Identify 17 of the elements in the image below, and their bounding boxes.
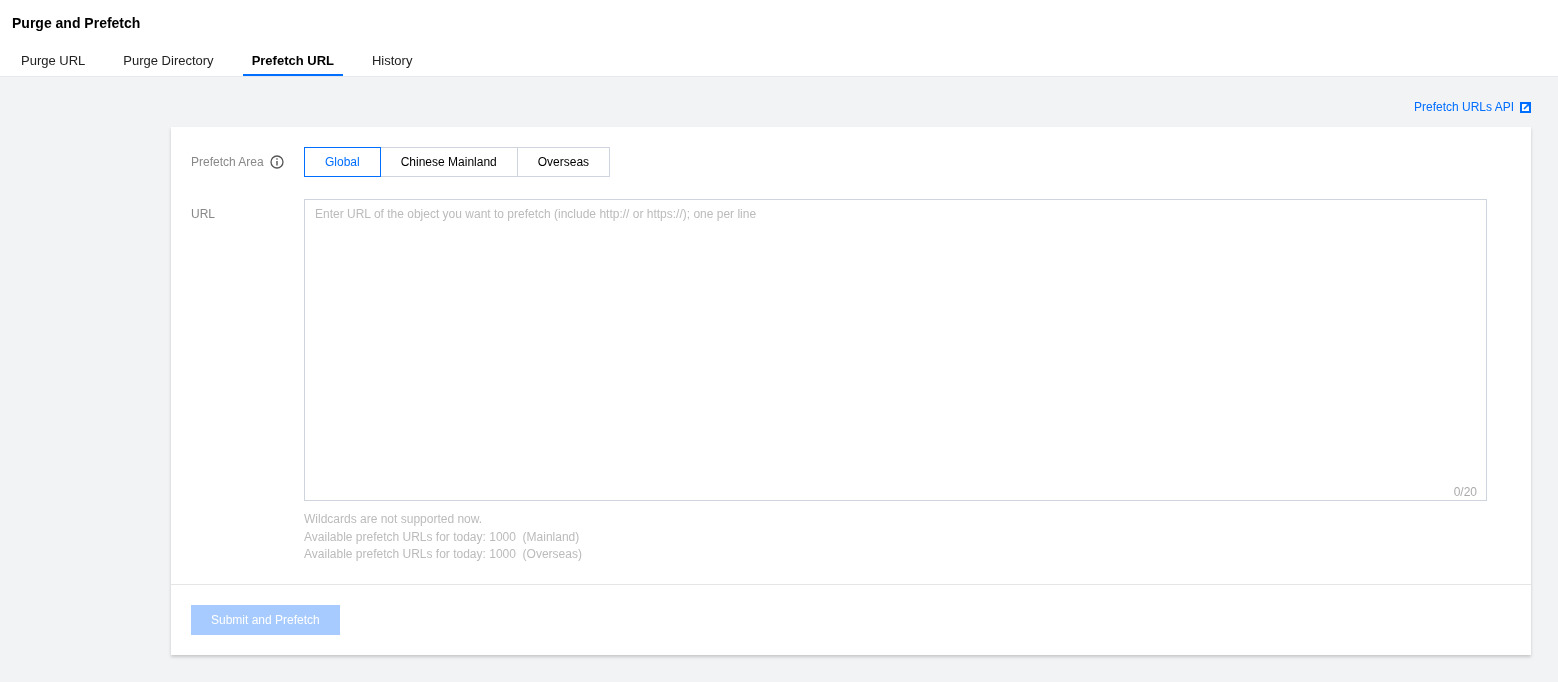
hint-text: Wildcards are not supported now.: [304, 511, 484, 528]
tab[interactable]: History: [363, 53, 422, 76]
page-title: Purge and Prefetch: [12, 14, 142, 33]
tab[interactable]: Purge URL: [12, 53, 95, 76]
area-option[interactable]: Overseas: [516, 147, 611, 177]
hint-text: Available prefetch URLs for today: 1000 (Mainland): [304, 528, 581, 546]
hint-text: Available prefetch URLs for today: 1000 (Overseas): [304, 546, 583, 564]
field-label: Prefetch Area: [191, 155, 264, 169]
area-option[interactable]: Chinese Mainland: [379, 147, 518, 177]
tab[interactable]: Prefetch URL: [242, 53, 343, 76]
api-link[interactable]: Prefetch URLs API: [1413, 100, 1514, 114]
character-counter: 0/20: [1453, 485, 1477, 499]
tab[interactable]: Purge Directory: [114, 53, 223, 76]
area-option[interactable]: Global: [304, 147, 381, 177]
info-icon[interactable]: [269, 155, 284, 169]
external-link-icon[interactable]: [1520, 101, 1531, 113]
field-label: URL: [191, 207, 215, 221]
